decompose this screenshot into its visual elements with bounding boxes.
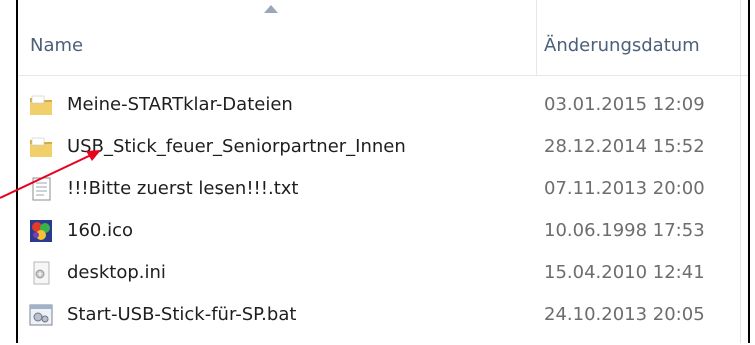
ico-image-icon (30, 220, 52, 242)
file-row[interactable]: USB_Stick_feuer_Seniorpartner_Innen 28.1… (18, 129, 748, 165)
file-row[interactable]: !!!Bitte zuerst lesen!!!.txt 07.11.2013 … (18, 171, 748, 207)
column-header-date[interactable]: Änderungsdatum (538, 0, 748, 75)
settings-file-icon (33, 261, 50, 285)
file-date: 10.06.1998 17:53 (544, 220, 705, 241)
file-date: 24.10.2013 20:05 (544, 304, 705, 325)
file-name: Meine-STARTklar-Dateien (67, 94, 293, 115)
folder-icon (30, 137, 52, 157)
batch-file-icon (29, 304, 53, 326)
column-header-name[interactable]: Name (18, 0, 537, 75)
file-row[interactable]: Meine-STARTklar-Dateien 03.01.2015 12:09 (18, 87, 748, 123)
file-row[interactable]: desktop.ini 15.04.2010 12:41 (18, 255, 748, 291)
file-name: 160.ico (67, 220, 133, 241)
file-date: 07.11.2013 20:00 (544, 178, 705, 199)
file-list-window: Name Änderungsdatum Meine-STARTklar-Date… (16, 0, 750, 343)
column-header-row: Name Änderungsdatum (18, 0, 748, 76)
file-row[interactable]: 160.ico 10.06.1998 17:53 (18, 213, 748, 249)
sort-ascending-icon (264, 5, 278, 13)
file-date: 28.12.2014 15:52 (544, 136, 705, 157)
file-row[interactable]: Start-USB-Stick-für-SP.bat 24.10.2013 20… (18, 297, 748, 333)
file-date: 03.01.2015 12:09 (544, 94, 705, 115)
file-name: USB_Stick_feuer_Seniorpartner_Innen (67, 136, 406, 157)
file-name: desktop.ini (67, 262, 166, 283)
file-name: Start-USB-Stick-für-SP.bat (67, 304, 297, 325)
column-header-date-label: Änderungsdatum (544, 35, 700, 56)
text-file-icon (32, 177, 51, 201)
file-name: !!!Bitte zuerst lesen!!!.txt (67, 178, 299, 199)
column-header-name-label: Name (30, 35, 84, 56)
file-date: 15.04.2010 12:41 (544, 262, 705, 283)
folder-icon (30, 95, 52, 115)
